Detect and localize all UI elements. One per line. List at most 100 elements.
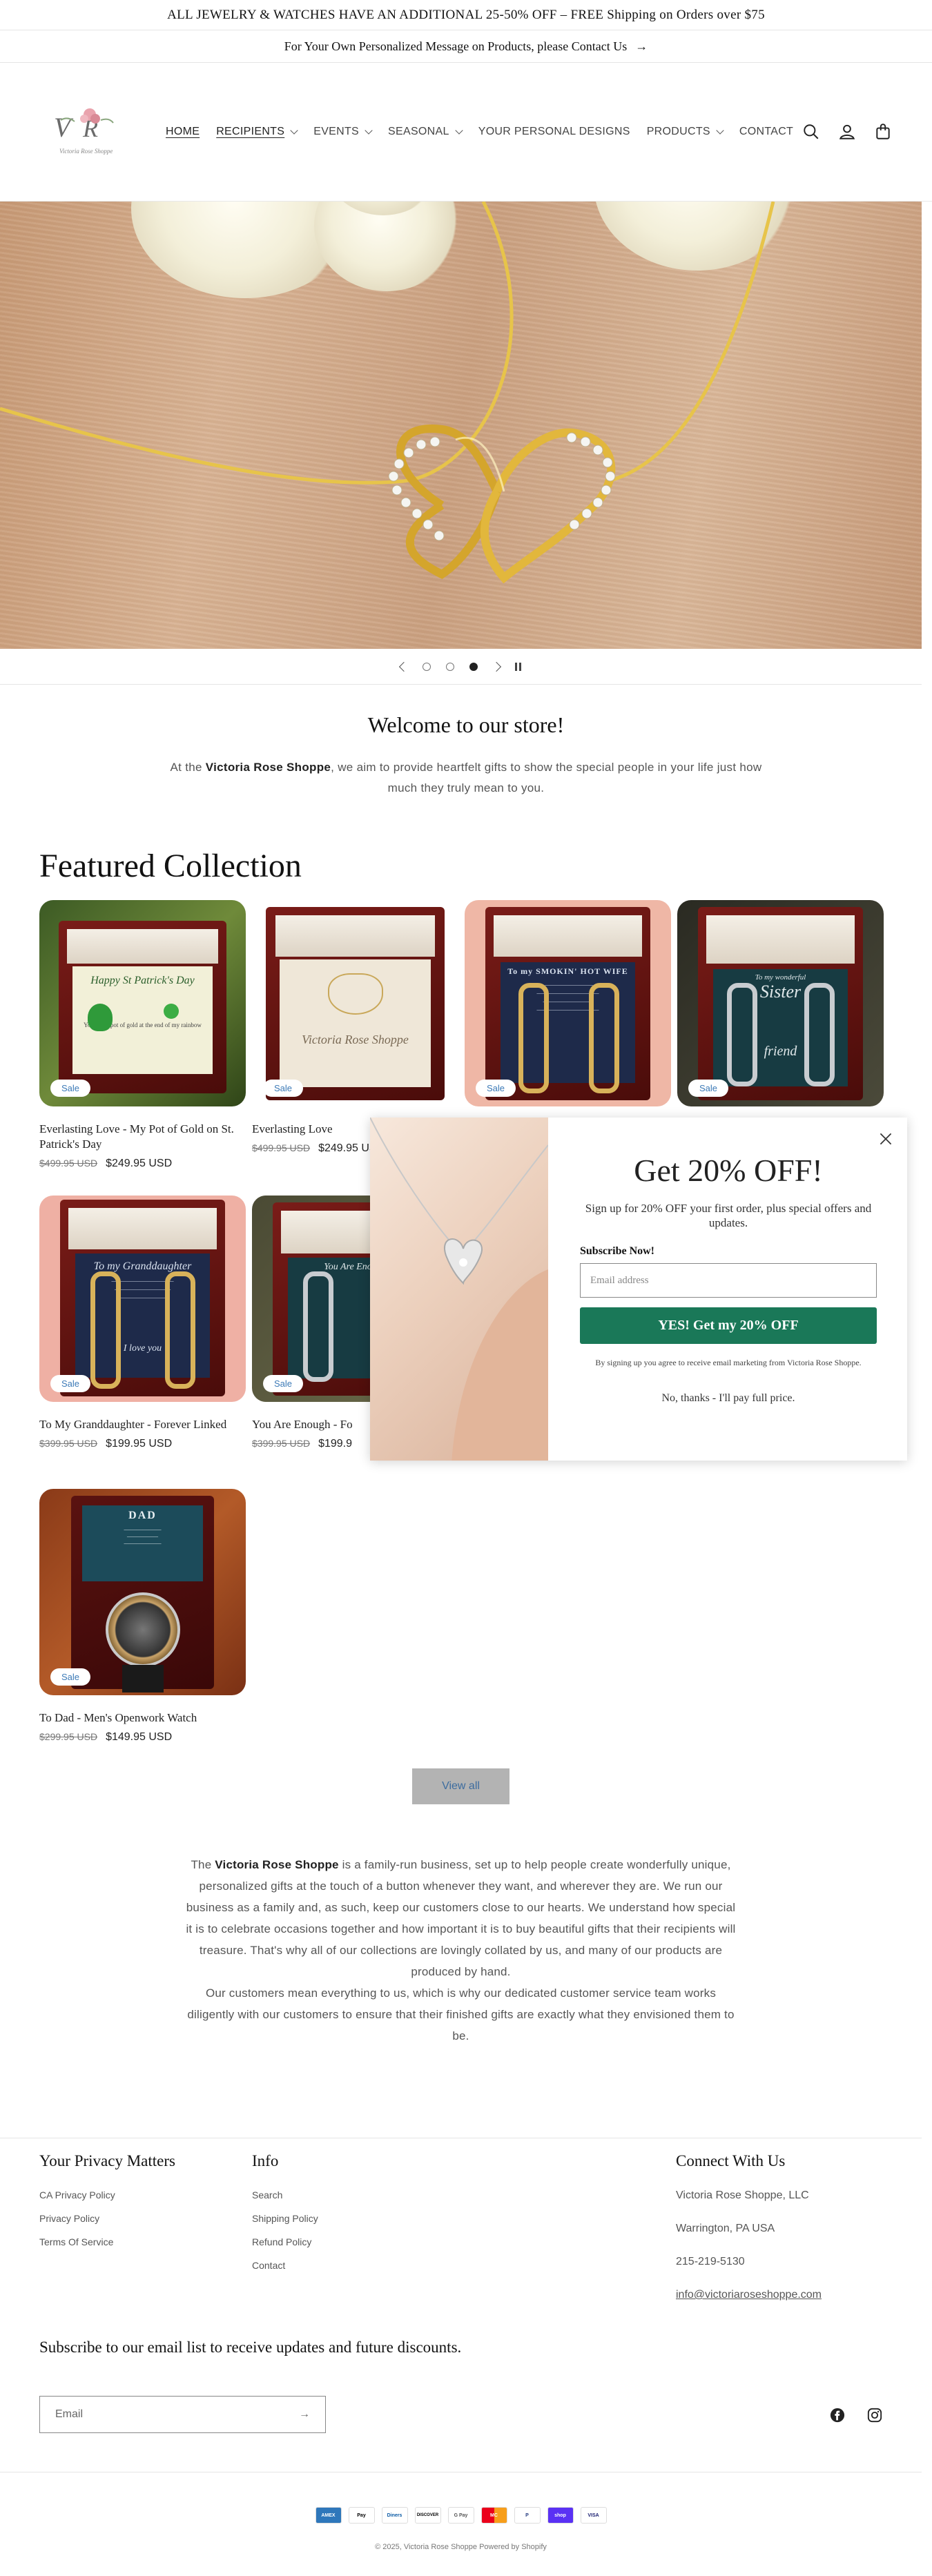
apple-pay-icon: Pay [348,2507,375,2524]
about-text: The Victoria Rose Shoppe is a family-run… [186,1858,736,2042]
contact-announcement[interactable]: For Your Own Personalized Message on Pro… [0,30,932,63]
popup-subtitle: Sign up for 20% OFF your first order, pl… [585,1202,872,1229]
mastercard-icon: MC [480,2507,507,2524]
sale-badge: Sale [263,1080,304,1097]
product-title[interactable]: To My Granddaughter - Forever Linked [39,1417,246,1432]
arrow-right-icon: → [635,39,648,53]
product-price: $299.95 USD $149.95 USD [39,1731,173,1743]
footer-link[interactable]: Contact [252,2260,318,2271]
facebook-icon[interactable] [830,2408,845,2423]
footer-link[interactable]: Search [252,2189,318,2201]
welcome-title: Welcome to our store! [367,712,565,737]
site-header: V R Victoria Rose Shoppe HOME RECIPIENTS… [0,63,932,202]
necklace-image [0,202,775,584]
product-card[interactable]: To my wonderful Sister friend Sale [677,900,884,1106]
view-all-button[interactable]: View all [412,1768,509,1804]
product-card[interactable]: Victoria Rose Shoppe Sale Everlasting Lo… [252,900,458,1155]
slide-dot[interactable] [423,662,431,671]
footer-heading: Connect With Us [676,2152,786,2169]
footer-privacy-column: Your Privacy Matters CA Privacy Policy P… [39,2152,175,2260]
account-icon[interactable] [838,123,856,141]
nav-products[interactable]: PRODUCTS [639,126,731,138]
hero-slideshow [0,202,922,649]
product-title[interactable]: To Dad - Men's Openwork Watch [39,1710,246,1726]
cart-icon[interactable] [874,123,892,141]
discount-popup: Get 20% OFF! Sign up for 20% OFF your fi… [370,1118,907,1461]
svg-text:Victoria Rose Shoppe: Victoria Rose Shoppe [59,148,113,155]
product-image[interactable]: DAD —————— ————— —————— Sale [39,1489,246,1695]
popup-title: Get 20% OFF! [634,1153,823,1188]
nav-personal-designs[interactable]: YOUR PERSONAL DESIGNS [470,126,639,138]
footer-connect-column: Connect With Us Victoria Rose Shoppe, LL… [676,2152,822,2322]
claim-discount-button[interactable]: YES! Get my 20% OFF [580,1307,877,1344]
product-image[interactable]: Victoria Rose Shoppe Sale [252,900,458,1106]
search-icon[interactable] [802,123,820,141]
social-links [830,2408,882,2423]
nav-seasonal[interactable]: SEASONAL [380,126,470,138]
footer-link[interactable]: Privacy Policy [39,2213,175,2224]
about-section: The Victoria Rose Shoppe is a family-run… [0,1854,922,2047]
company-email[interactable]: info@victoriaroseshoppe.com [676,2289,822,2301]
product-image[interactable]: To my SMOKIN' HOT WIFE ——————————— ——————… [465,900,671,1106]
newsletter-title: Subscribe to our email list to receive u… [39,2339,462,2356]
product-card[interactable]: To my SMOKIN' HOT WIFE ——————————— ——————… [465,900,671,1106]
sale-badge: Sale [50,1668,91,1686]
footer-info-column: Info Search Shipping Policy Refund Polic… [252,2152,318,2283]
visa-icon: VISA [580,2507,607,2524]
contact-announcement-text[interactable]: For Your Own Personalized Message on Pro… [284,39,627,54]
announcement-text: ALL JEWELRY & WATCHES HAVE AN ADDITIONAL… [167,7,765,22]
slideshow-controls [0,649,922,685]
nav-home[interactable]: HOME [157,126,208,138]
footer-link[interactable]: Refund Policy [252,2236,318,2247]
site-footer: Your Privacy Matters CA Privacy Policy P… [0,2138,922,2576]
product-card[interactable]: Happy St Patrick's Day You're the pot of… [39,900,246,1170]
product-title[interactable]: Everlasting Love - My Pot of Gold on St.… [39,1122,246,1152]
welcome-text: At the Victoria Rose Shoppe, we aim to p… [170,761,762,794]
footer-link[interactable]: Shipping Policy [252,2213,318,2224]
product-image[interactable]: Happy St Patrick's Day You're the pot of… [39,900,246,1106]
product-price: $399.95 USD $199.95 USD [39,1438,173,1450]
popup-email-input[interactable]: Email address [580,1263,877,1298]
footer-heading: Your Privacy Matters [39,2152,175,2169]
payment-icons: AMEX Pay Diners DISCOVER G Pay MC P shop… [0,2507,922,2524]
sale-badge: Sale [50,1080,91,1097]
diners-club-icon: Diners [381,2507,408,2524]
pause-icon[interactable] [515,662,521,671]
decline-discount-link[interactable]: No, thanks - I'll pay full price. [580,1392,877,1405]
newsletter-email-input[interactable]: Email → [39,2396,326,2433]
slide-dot-active[interactable] [469,662,478,671]
store-logo[interactable]: V R Victoria Rose Shoppe [40,94,130,170]
sale-badge: Sale [476,1080,516,1097]
popup-label: Subscribe Now! [580,1245,655,1257]
chevron-down-icon [455,126,463,135]
company-name: Victoria Rose Shoppe, LLC [676,2189,809,2201]
nav-recipients[interactable]: RECIPIENTS [208,126,305,138]
nav-contact[interactable]: CONTACT [731,126,802,138]
amex-icon: AMEX [315,2507,342,2524]
instagram-icon[interactable] [867,2408,882,2423]
footer-link[interactable]: Terms Of Service [39,2236,175,2247]
close-icon[interactable] [877,1130,895,1148]
chevron-down-icon [290,126,298,135]
chevron-down-icon [716,126,724,135]
main-nav: HOME RECIPIENTS EVENTS SEASONAL YOUR PER… [157,126,802,138]
announcement-bar: ALL JEWELRY & WATCHES HAVE AN ADDITIONAL… [0,0,932,30]
sale-badge: Sale [50,1375,91,1392]
next-slide-icon[interactable] [491,661,502,672]
company-phone: 215-219-5130 [676,2256,745,2267]
welcome-section: Welcome to our store! At the Victoria Ro… [0,685,932,799]
product-card[interactable]: DAD —————— ————— —————— Sale To Dad - Men'… [39,1489,246,1744]
popup-legal-text: By signing up you agree to receive email… [595,1358,862,1367]
nav-events[interactable]: EVENTS [305,126,380,138]
sale-badge: Sale [688,1080,729,1097]
previous-slide-icon[interactable] [398,661,409,672]
product-image[interactable]: To my Granddaughter —————————— ————————— —… [39,1196,246,1402]
company-location: Warrington, PA USA [676,2223,775,2234]
footer-heading: Info [252,2152,279,2169]
footer-link[interactable]: CA Privacy Policy [39,2189,175,2201]
slide-dot[interactable] [446,662,454,671]
product-image[interactable]: To my wonderful Sister friend Sale [677,900,884,1106]
product-card[interactable]: To my Granddaughter —————————— ————————— —… [39,1196,246,1450]
arrow-right-icon[interactable]: → [299,2408,310,2421]
product-price: $499.95 USD $249.95 USD [39,1158,173,1169]
